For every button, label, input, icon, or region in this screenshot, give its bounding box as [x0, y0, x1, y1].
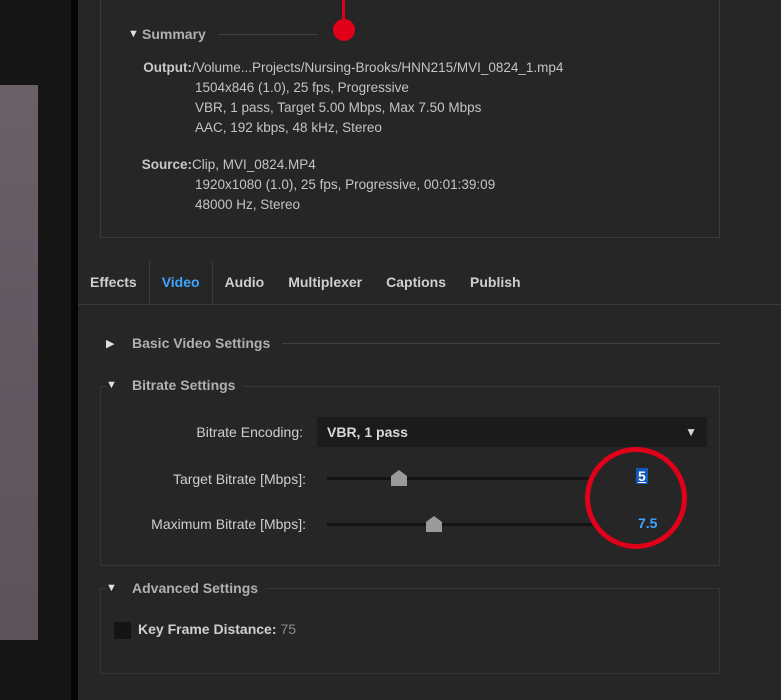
bitrate-settings-header[interactable]: ▼ Bitrate Settings [106, 377, 244, 393]
summary-output: Output: /Volume...Projects/Nursing-Brook… [143, 58, 564, 138]
annotation-pointer-dot [333, 19, 355, 41]
source-audio-spec: 48000 Hz, Stereo [195, 197, 301, 212]
tab-publish[interactable]: Publish [458, 261, 533, 304]
key-frame-distance-text: Key Frame Distance: [138, 621, 277, 637]
header-rule [217, 33, 318, 35]
tab-captions[interactable]: Captions [374, 261, 458, 304]
output-label: Output: [143, 60, 192, 75]
output-audio-spec: AAC, 192 kbps, 48 kHz, Stereo [195, 120, 382, 135]
summary-header[interactable]: ▼ Summary [128, 26, 718, 42]
maximum-bitrate-label: Maximum Bitrate [Mbps]: [151, 516, 306, 532]
bitrate-settings-title: Bitrate Settings [132, 377, 236, 393]
collapse-triangle-icon[interactable]: ▼ [128, 28, 142, 40]
maximum-bitrate-slider[interactable] [327, 513, 595, 535]
target-bitrate-slider[interactable] [327, 467, 595, 489]
output-bitrate-spec: VBR, 1 pass, Target 5.00 Mbps, Max 7.50 … [195, 100, 482, 115]
chevron-down-icon: ▼ [685, 425, 697, 439]
source-label: Source: [141, 157, 192, 172]
tab-multiplexer[interactable]: Multiplexer [276, 261, 374, 304]
panel-divider[interactable] [71, 0, 78, 700]
preview-panel [0, 0, 71, 700]
video-preview-frame [0, 85, 38, 640]
expand-triangle-icon[interactable]: ▶ [106, 337, 120, 350]
header-rule [282, 342, 720, 344]
output-video-spec: 1504x846 (1.0), 25 fps, Progressive [195, 80, 409, 95]
bitrate-encoding-select[interactable]: VBR, 1 pass ▼ [317, 417, 707, 447]
settings-tabs: Effects Video Audio Multiplexer Captions… [78, 261, 781, 305]
key-frame-distance-label: Key Frame Distance: 75 [138, 621, 296, 637]
basic-video-settings-header[interactable]: ▶ Basic Video Settings [106, 335, 720, 351]
collapse-triangle-icon[interactable]: ▼ [106, 379, 120, 391]
bitrate-encoding-label: Bitrate Encoding: [196, 424, 303, 440]
key-frame-distance-value[interactable]: 75 [281, 621, 297, 637]
tab-video[interactable]: Video [148, 261, 213, 304]
tab-audio[interactable]: Audio [213, 261, 277, 304]
summary-source: Source: Clip, MVI_0824.MP4 1920x1080 (1.… [142, 155, 496, 215]
annotation-highlight-circle [585, 447, 687, 549]
advanced-settings-title: Advanced Settings [132, 580, 259, 596]
slider-track [327, 477, 595, 480]
advanced-settings-header[interactable]: ▼ Advanced Settings [106, 580, 267, 596]
bitrate-encoding-value: VBR, 1 pass [327, 424, 408, 440]
summary-title: Summary [142, 26, 206, 42]
target-bitrate-label: Target Bitrate [Mbps]: [172, 471, 306, 487]
output-details: /Volume...Projects/Nursing-Brooks/HNN215… [192, 58, 564, 138]
source-clip: Clip, MVI_0824.MP4 [192, 157, 316, 172]
key-frame-distance-checkbox[interactable] [114, 622, 131, 639]
output-path: /Volume...Projects/Nursing-Brooks/HNN215… [192, 60, 564, 75]
source-details: Clip, MVI_0824.MP4 1920x1080 (1.0), 25 f… [192, 155, 496, 215]
collapse-triangle-icon[interactable]: ▼ [106, 582, 120, 594]
tab-effects[interactable]: Effects [78, 261, 149, 304]
basic-video-settings-title: Basic Video Settings [132, 335, 271, 351]
slider-track [327, 523, 595, 526]
source-video-spec: 1920x1080 (1.0), 25 fps, Progressive, 00… [195, 177, 496, 192]
